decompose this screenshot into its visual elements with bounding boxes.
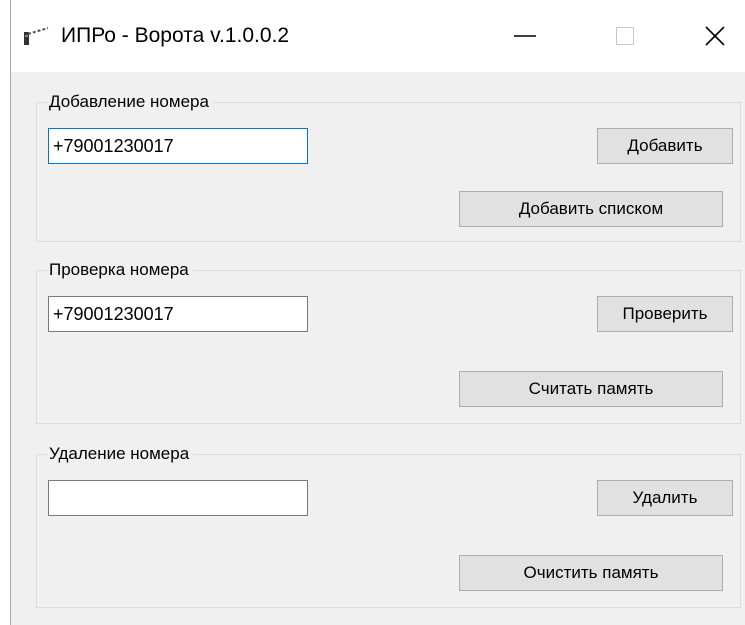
check-number-group: Проверка номера Проверить Считать память [36,259,741,424]
add-phone-input[interactable] [48,128,308,164]
delete-number-group: Удаление номера Удалить Очистить память [36,443,741,608]
add-list-button[interactable]: Добавить списком [459,191,723,227]
minimize-icon [514,35,536,37]
maximize-button[interactable] [595,12,655,60]
close-button[interactable] [685,12,745,60]
delete-phone-input[interactable] [48,480,308,516]
gate-barrier-icon [23,26,49,46]
minimize-button[interactable] [495,12,555,60]
window-title: ИПРо - Ворота v.1.0.0.2 [61,24,290,47]
check-number-group-label: Проверка номера [47,259,193,281]
clear-memory-button[interactable]: Очистить память [459,555,723,591]
add-button[interactable]: Добавить [597,128,733,164]
read-memory-button[interactable]: Считать память [459,371,723,407]
close-icon [705,26,725,46]
check-button[interactable]: Проверить [597,296,733,332]
add-number-group: Добавление номера Добавить Добавить спис… [36,91,741,242]
check-phone-input[interactable] [48,296,308,332]
app-window: ИПРо - Ворота v.1.0.0.2 Добавление номер… [10,0,745,625]
delete-number-group-label: Удаление номера [47,443,194,465]
title-bar[interactable]: ИПРо - Ворота v.1.0.0.2 [11,0,745,72]
maximize-icon [616,27,634,45]
add-number-group-label: Добавление номера [47,91,213,113]
delete-button[interactable]: Удалить [597,480,733,516]
